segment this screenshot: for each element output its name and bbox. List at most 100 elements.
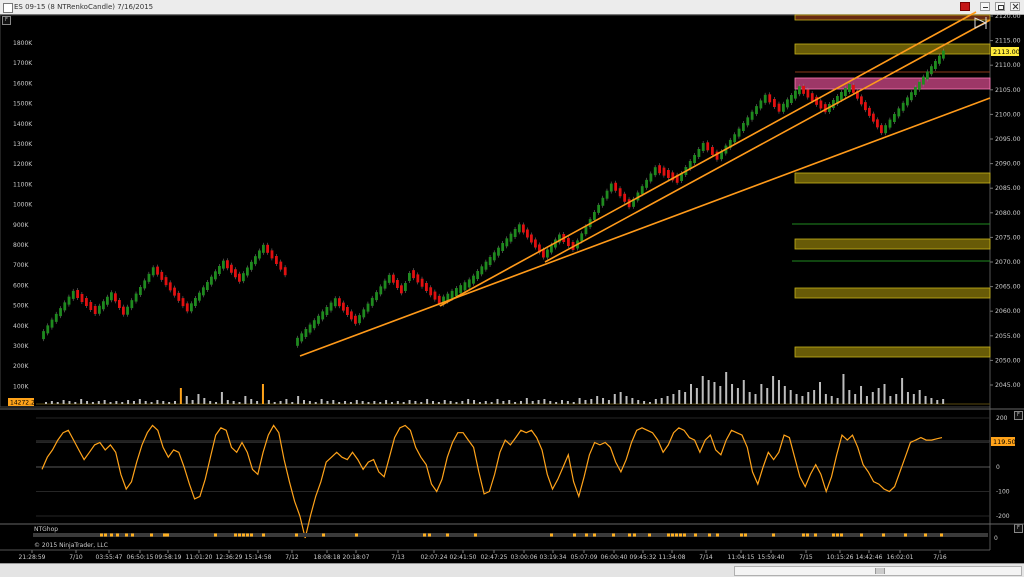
volume-bar	[789, 390, 792, 404]
signal-dot	[250, 533, 253, 537]
volume-bar	[209, 401, 212, 404]
renko-candle	[517, 224, 521, 233]
renko-candle	[742, 123, 745, 131]
volume-bar	[443, 400, 446, 404]
volume-bar	[449, 401, 452, 404]
signal-dot	[446, 533, 449, 537]
oscillator-tick-label: -200	[996, 513, 1010, 520]
renko-candle	[697, 149, 701, 157]
signal-dot	[860, 533, 863, 537]
volume-bar	[432, 401, 434, 404]
status-label: NTGhop	[34, 526, 58, 533]
renko-candle	[164, 277, 168, 286]
volume-bar	[338, 402, 341, 404]
chart-canvas[interactable]: 2120.00 2115.00 2110.00 2105.00 2100.00 2095.…	[0, 0, 1024, 576]
renko-candle	[308, 324, 312, 333]
scroll-track[interactable]	[734, 566, 1022, 576]
renko-candle	[279, 261, 283, 270]
volume-bar	[197, 394, 200, 404]
renko-candle	[242, 273, 245, 282]
renko-candle	[864, 102, 867, 111]
renko-candle	[819, 100, 823, 109]
renko-candle	[185, 303, 189, 312]
renko-candle	[190, 303, 193, 312]
renko-candle	[844, 88, 847, 96]
volume-bar	[783, 386, 786, 404]
renko-candle	[488, 257, 492, 265]
volume-bar	[291, 402, 294, 404]
renko-candle	[412, 270, 415, 279]
price-zone	[794, 14, 991, 21]
signal-dot	[238, 533, 241, 537]
volume-bar	[320, 399, 323, 404]
volume-bar	[555, 402, 558, 404]
volume-bar	[613, 394, 616, 404]
renko-candle	[733, 134, 737, 143]
horizontal-scrollbar-bar	[0, 563, 1024, 577]
volume-bar	[132, 401, 135, 404]
renko-candle	[706, 142, 710, 151]
volume-bar	[578, 398, 581, 404]
price-tick-label: 2055.00	[995, 333, 1021, 340]
volume-bar	[496, 399, 499, 404]
volume-bar	[385, 400, 388, 404]
renko-candle	[597, 204, 601, 213]
volume-bar	[74, 402, 77, 404]
volume-bar	[543, 399, 546, 404]
trendlines[interactable]	[299, 11, 991, 357]
volume-bar	[332, 400, 335, 404]
renko-candle	[701, 143, 705, 151]
renko-candle	[918, 81, 921, 90]
time-tick-label: 20:18:07	[343, 554, 370, 561]
price-axis: 2120.00 2115.00 2110.00 2105.00 2100.00 2095.…	[990, 13, 1021, 389]
signal-dot	[924, 533, 927, 537]
renko-candle	[408, 273, 411, 281]
renko-candle	[262, 244, 265, 253]
volume-bar	[590, 399, 593, 404]
renko-candle	[609, 183, 613, 192]
signal-dot	[882, 533, 885, 537]
renko-candle	[270, 250, 274, 259]
volume-bar	[232, 401, 235, 404]
volume-bar	[396, 401, 399, 404]
renko-candle	[906, 97, 909, 106]
volume-bar	[777, 380, 780, 404]
volume-bar	[566, 401, 569, 404]
renko-candle	[80, 294, 84, 302]
renko-candle	[222, 260, 225, 269]
volume-bar	[273, 402, 276, 404]
volume-bar	[690, 384, 692, 404]
volume-bar	[168, 402, 171, 404]
volume-bar	[279, 401, 282, 404]
volume-tick-label: 1000K	[13, 202, 33, 209]
renko-candle	[258, 250, 261, 259]
scroll-thumb[interactable]	[875, 568, 885, 574]
volume-bar	[731, 384, 734, 404]
time-tick-label: 06:50:15	[127, 554, 154, 561]
signal-dot	[744, 533, 747, 537]
volume-bar	[813, 390, 816, 404]
renko-candle	[868, 107, 871, 116]
volume-bar	[349, 402, 352, 404]
renko-candle	[492, 252, 496, 261]
renko-candle	[662, 167, 666, 176]
volume-bar	[742, 380, 745, 404]
volume-bar	[144, 401, 147, 404]
signal-dot	[802, 533, 805, 537]
volume-bar	[308, 401, 311, 404]
renko-candle	[755, 106, 758, 115]
volume-tick-label: 500K	[13, 303, 29, 310]
renko-candle	[806, 89, 810, 98]
price-tick-label: 2050.00	[995, 357, 1021, 364]
renko-candle	[71, 290, 75, 299]
renko-candle	[42, 331, 45, 340]
renko-candle	[226, 260, 229, 269]
renko-candle	[455, 288, 458, 296]
renko-candle	[342, 302, 345, 311]
renko-candle	[786, 99, 789, 108]
renko-candle	[392, 274, 395, 283]
volume-bar	[572, 402, 575, 404]
oscillator-tick-label: 200	[996, 415, 1008, 422]
volume-bar	[244, 396, 247, 404]
signal-strip	[33, 533, 988, 537]
